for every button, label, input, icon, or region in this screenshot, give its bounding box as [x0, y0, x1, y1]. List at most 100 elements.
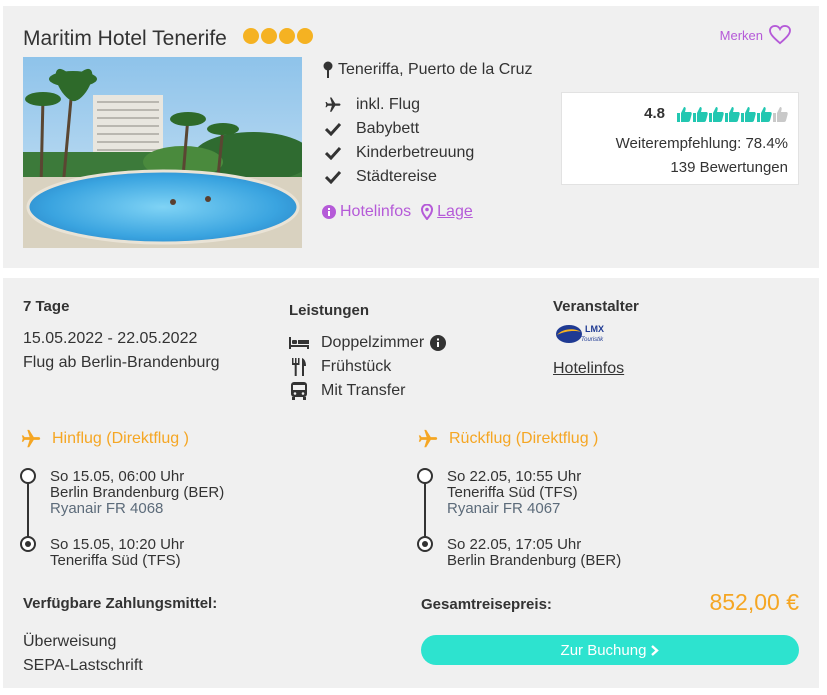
star-icon [261, 28, 277, 44]
payment-section: Verfügbare Zahlungsmittel: Überweisung S… [23, 595, 217, 678]
trip-departure: Flug ab Berlin-Brandenburg [23, 354, 220, 371]
thumb-up-icon [709, 106, 724, 122]
service-transfer: Mit Transfer [289, 379, 446, 403]
service-room: Doppelzimmer [289, 331, 447, 355]
check-icon [322, 144, 344, 162]
arrival-dot [20, 536, 36, 552]
service-label: Frühstück [321, 358, 392, 375]
trip-duration: 7 Tage [23, 298, 70, 315]
departure-time: So 15.05, 06:00 Uhr [50, 468, 185, 485]
bus-icon [289, 382, 309, 400]
star-icon [279, 28, 295, 44]
check-icon [322, 168, 344, 186]
plane-icon [418, 429, 438, 448]
arrival-time: So 15.05, 10:20 Uhr [50, 536, 185, 553]
hotelinfos-label: Hotelinfos [340, 203, 412, 220]
booking-button-label: Zur Buchung [560, 641, 647, 659]
departure-time: So 22.05, 10:55 Uhr [447, 468, 582, 485]
departure-airport: Berlin Brandenburg (BER) [50, 484, 225, 501]
total-price-label: Gesamtreisepreis: [421, 596, 552, 613]
hotel-location: Teneriffa, Puerto de la Cruz [322, 61, 532, 79]
payment-method: SEPA-Lastschrift [23, 657, 143, 674]
recommendation-rate: Weiterempfehlung: 78.4% [615, 135, 788, 152]
plane-icon [21, 429, 41, 448]
hotel-card: Maritim Hotel Tenerife Merken Teneriffa,… [3, 6, 819, 268]
return-departure: So 22.05, 10:55 Uhr Teneriffa Süd (TFS) … [447, 469, 581, 517]
pin-icon [323, 61, 333, 78]
arrival-dot [417, 536, 433, 552]
trip-info: 7 Tage 15.05.2022 - 22.05.2022 Flug ab B… [23, 298, 220, 375]
booking-button[interactable]: Zur Buchung [421, 635, 799, 665]
outbound-departure: So 15.05, 06:00 Uhr Berlin Brandenburg (… [50, 469, 224, 517]
outbound-arrival: So 15.05, 10:20 Uhr Teneriffa Süd (TFS) [50, 537, 184, 569]
rating-row: 4.8 [644, 105, 788, 122]
payment-method: Überweisung [23, 633, 117, 650]
rating-score: 4.8 [644, 105, 665, 122]
bed-icon [289, 334, 309, 352]
organizer-heading: Veranstalter [553, 298, 639, 315]
feature-label: Babybett [356, 120, 420, 137]
svg-text:Touristik: Touristik [581, 337, 604, 343]
return-title: Rückflug (Direktflug ) [449, 430, 599, 447]
services-heading: Leistungen [289, 302, 370, 319]
payment-heading: Verfügbare Zahlungsmittel: [23, 595, 218, 612]
lage-link[interactable]: Lage [421, 203, 473, 221]
merken-button[interactable]: Merken [720, 25, 791, 45]
offer-details-card: 7 Tage 15.05.2022 - 22.05.2022 Flug ab B… [3, 278, 819, 688]
svg-text:LMX: LMX [585, 324, 604, 334]
carrier: Ryanair FR 4068 [50, 500, 164, 517]
info-icon [322, 205, 336, 219]
departure-dot [20, 468, 36, 484]
thumb-up-icon [773, 106, 788, 122]
organizer-logo: LMX Touristik [556, 324, 604, 343]
feature-label: Kinderbetreuung [356, 144, 475, 161]
hotelinfos-link[interactable]: Hotelinfos [322, 203, 411, 221]
thumb-up-icon [677, 106, 692, 122]
arrival-airport: Berlin Brandenburg (BER) [447, 552, 622, 569]
feature-babybett: Babybett [322, 117, 474, 141]
trip-dates: 15.05.2022 - 22.05.2022 [23, 330, 198, 347]
services-section: Leistungen Doppelzimmer Frühstück Mit Tr… [289, 302, 447, 403]
review-count: 139 Bewertungen [670, 159, 788, 176]
hotel-photo [23, 57, 302, 248]
outbound-heading: Hinflug (Direktflug ) [20, 428, 189, 450]
service-label: Mit Transfer [321, 382, 406, 399]
organizer-hotelinfos-link[interactable]: Hotelinfos [553, 360, 624, 378]
return-heading: Rückflug (Direktflug ) [417, 428, 598, 450]
thumb-up-icon [725, 106, 740, 122]
hotel-links: Hotelinfos Lage [322, 203, 473, 221]
location-text: Teneriffa, Puerto de la Cruz [338, 61, 533, 78]
heart-icon [769, 25, 791, 45]
organizer-section: Veranstalter LMX Touristik Hotelinfos [553, 298, 639, 378]
hotel-stars [243, 28, 313, 44]
timeline-line [424, 476, 426, 544]
map-pin-icon [421, 204, 434, 220]
feature-label: Städtereise [356, 168, 437, 185]
carrier: Ryanair FR 4067 [447, 500, 561, 517]
check-icon [322, 120, 344, 138]
thumb-up-icon [741, 106, 756, 122]
total-price: 852,00 € [709, 589, 799, 615]
hotel-name[interactable]: Maritim Hotel Tenerife [23, 27, 227, 51]
departure-dot [417, 468, 433, 484]
chevron-right-icon [651, 644, 660, 656]
service-label: Doppelzimmer [321, 334, 425, 351]
timeline-line [27, 476, 29, 544]
thumb-up-icon [757, 106, 772, 122]
hotel-image[interactable] [23, 57, 302, 248]
info-icon[interactable] [430, 335, 447, 351]
feature-list: inkl. Flug Babybett Kinderbetreuung Städ… [322, 93, 474, 189]
feature-kinderbetreuung: Kinderbetreuung [322, 141, 474, 165]
feature-label: inkl. Flug [356, 96, 421, 113]
rating-thumbs [677, 106, 788, 122]
cutlery-icon [289, 358, 309, 376]
return-arrival: So 22.05, 17:05 Uhr Berlin Brandenburg (… [447, 537, 621, 569]
arrival-time: So 22.05, 17:05 Uhr [447, 536, 582, 553]
thumb-up-icon [693, 106, 708, 122]
lage-label: Lage [437, 203, 473, 220]
feature-staedtereise: Städtereise [322, 165, 474, 189]
outbound-title: Hinflug (Direktflug ) [52, 430, 189, 447]
departure-airport: Teneriffa Süd (TFS) [447, 484, 578, 501]
plane-icon [322, 96, 344, 114]
service-board: Frühstück [289, 355, 446, 379]
